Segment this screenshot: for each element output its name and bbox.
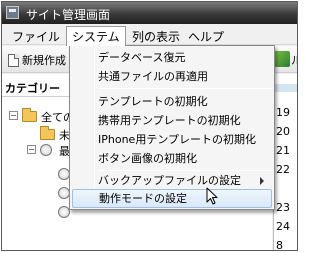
menu-separator (98, 88, 272, 89)
app-window: サイト管理画面 ファイル システム 列の表示 ヘルプ 新規作成 ル カテゴリー … (1, 1, 298, 251)
menu-file[interactable]: ファイル (7, 27, 65, 44)
list-item[interactable]: 24 (276, 220, 290, 233)
menu-help[interactable]: ヘルプ (183, 27, 229, 44)
menu-columns[interactable]: 列の表示 (127, 27, 185, 44)
mouse-cursor-icon (206, 187, 218, 205)
system-menu-dropdown: データベース復元 共通ファイルの再適用 テンプレートの初期化 携帯用テンプレート… (69, 45, 275, 210)
menu-item-restore-database[interactable]: データベース復元 (72, 48, 272, 67)
clock-icon (40, 144, 52, 156)
menu-item-backup-settings-label: バックアップファイルの設定 (98, 174, 241, 187)
toolbar-right-label: ル (291, 52, 297, 68)
folder-icon (22, 108, 37, 122)
app-icon (6, 6, 19, 19)
menu-item-reset-iphone-templates[interactable]: IPhone用テンプレートの初期化 (72, 130, 272, 149)
item-list-panel: 19 20 21 22 23 24 8 (273, 74, 297, 250)
list-item[interactable]: 22 (276, 163, 290, 176)
window-title: サイト管理画面 (26, 8, 111, 22)
menu-item-reset-mobile-templates[interactable]: 携帯用テンプレートの初期化 (72, 111, 272, 130)
menu-item-reset-templates[interactable]: テンプレートの初期化 (72, 92, 272, 111)
list-item[interactable]: 23 (276, 201, 290, 214)
toolbar-right-icon[interactable] (274, 51, 290, 67)
tree-expander-icon[interactable]: − (27, 145, 36, 154)
list-item[interactable]: 8 (276, 239, 283, 250)
menu-item-reset-button-images[interactable]: ボタン画像の初期化 (72, 149, 272, 168)
new-button-label: 新規作成 (22, 54, 66, 67)
title-bar: サイト管理画面 (2, 2, 297, 24)
menu-item-operation-mode[interactable]: 動作モードの設定 (72, 189, 272, 208)
menu-bar: ファイル システム 列の表示 ヘルプ (2, 24, 297, 46)
tree-expander-icon[interactable]: − (9, 111, 18, 120)
list-item[interactable]: 20 (276, 125, 290, 138)
menu-item-backup-settings[interactable]: バックアップファイルの設定 (72, 171, 272, 190)
list-item[interactable]: 21 (276, 144, 290, 157)
submenu-arrow-icon (260, 177, 264, 185)
folder-icon (40, 126, 55, 140)
new-document-icon (8, 53, 19, 67)
list-item[interactable]: 19 (276, 106, 290, 119)
menu-item-reapply-common-files[interactable]: 共通ファイルの再適用 (72, 67, 272, 86)
category-panel-title: カテゴリー (5, 82, 60, 95)
list-header-bar (274, 84, 297, 92)
menu-system[interactable]: システム (66, 26, 126, 46)
new-button[interactable]: 新規作成 (8, 50, 70, 70)
